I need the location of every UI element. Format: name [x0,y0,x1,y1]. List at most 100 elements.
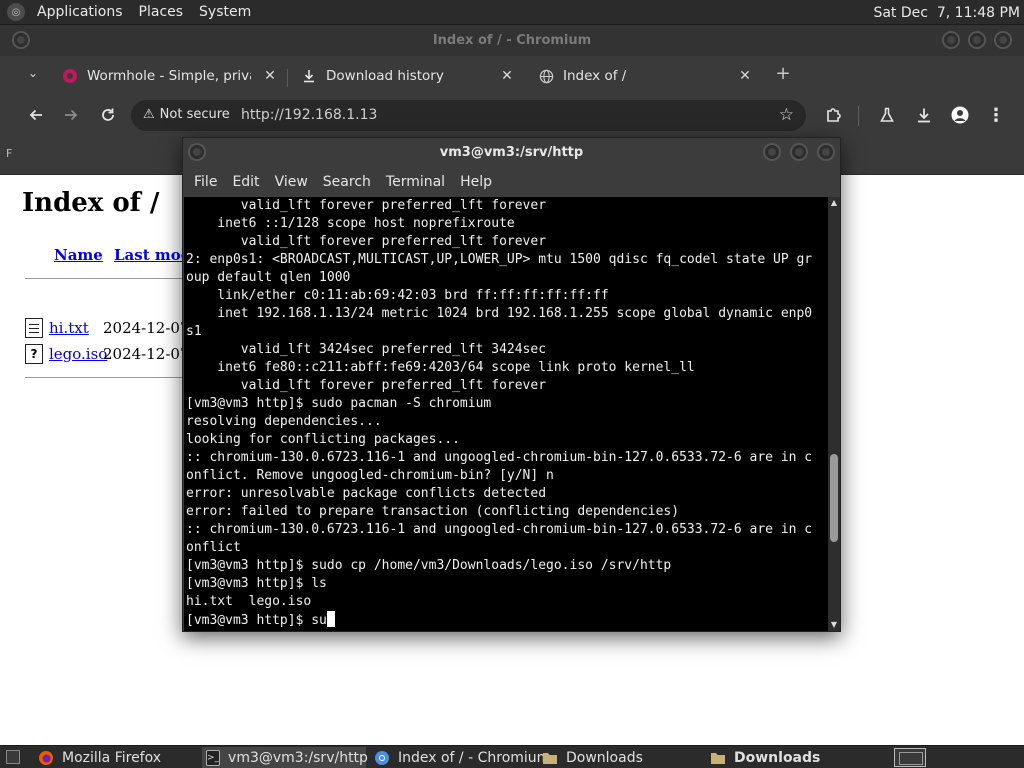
maximize-button[interactable] [968,31,986,49]
minimize-button[interactable] [942,31,960,49]
tab-close-icon[interactable]: ✕ [737,68,753,84]
tab-close-icon[interactable]: ✕ [262,68,278,84]
tab-wormhole[interactable]: Wormhole - Simple, private f ✕ [62,60,278,92]
site-info-chip[interactable]: ⚠ Not secure [143,107,230,122]
browser-menu-button[interactable]: ⋮ [984,103,1008,127]
profile-button[interactable] [948,103,972,127]
labs-button[interactable] [875,103,899,127]
address-bar[interactable]: ⚠ Not secure http://192.168.1.13 ☆ [131,100,806,131]
file-date: 2024-12-07 [103,319,190,337]
tab-download-history[interactable]: Download history ✕ [301,60,515,92]
vertical-dots-icon: ⋮ [987,104,1005,126]
bottom-panel: Mozilla Firefox >_ vm3@vm3:/srv/http Ind… [0,745,1024,768]
extensions-button[interactable] [822,103,846,127]
scroll-up-arrow-icon[interactable]: ▲ [828,197,840,209]
menu-edit[interactable]: Edit [225,174,267,190]
download-icon [301,68,317,84]
folder-icon [542,750,558,766]
terminal-line: error: unresolvable package conflicts de… [186,486,547,501]
taskbar-label: Mozilla Firefox [62,749,162,766]
menu-help[interactable]: Help [453,174,500,190]
name-column-header[interactable]: Name [54,246,103,264]
taskbar-label: Index of / - Chromium [398,749,551,766]
tab-search-chevron-icon[interactable]: ⌄ [22,66,44,88]
terminal-line: [vm3@vm3 http]$ ls [186,576,327,591]
browser-toolbar: ⚠ Not secure http://192.168.1.13 ☆ ⋮ [0,94,1024,137]
warning-triangle-icon: ⚠ [143,107,155,122]
page-title: Index of / [22,188,160,218]
tab-strip: ⌄ Wormhole - Simple, private f ✕ Downloa… [0,56,1024,94]
workspace-switcher[interactable] [894,748,926,767]
not-secure-label: Not secure [159,107,230,122]
url-text[interactable]: http://192.168.1.13 [241,107,377,123]
forward-arrow-icon [65,109,78,121]
menu-search[interactable]: Search [316,174,379,190]
terminal-line: valid_lft forever preferred_lft forever [186,234,547,249]
applications-menu[interactable]: Applications [29,4,131,20]
taskbar-item-chromium[interactable]: Index of / - Chromium [370,747,550,768]
tab-label: Wormhole - Simple, private f [87,68,251,84]
downloads-button[interactable] [912,103,936,127]
menu-file[interactable]: File [187,174,225,190]
terminal-line: :: chromium-130.0.6723.116-1 and ungoogl… [186,450,813,465]
file-row: ? lego.iso 2024-12-07 [25,343,189,365]
back-arrow-icon [29,109,42,121]
tab-index-of[interactable]: Index of / ✕ [538,60,753,92]
close-button[interactable] [994,31,1012,49]
reload-button[interactable] [96,103,120,127]
chromium-titlebar[interactable]: Index of / - Chromium [0,25,1024,56]
download-icon [918,108,930,123]
taskbar-item-downloads-active[interactable]: Downloads [706,747,876,768]
menu-terminal[interactable]: Terminal [379,174,453,190]
clock[interactable]: Sat Dec 7, 11:48 PM [873,0,1024,25]
terminal-line: :: chromium-130.0.6723.116-1 and ungoogl… [186,522,813,537]
profile-avatar-icon [951,106,969,124]
text-file-icon [25,318,43,338]
bookmark-bar-stub: F [6,147,13,160]
taskbar-item-downloads[interactable]: Downloads [538,747,702,768]
toolbar-divider [858,106,859,126]
terminal-line: valid_lft forever preferred_lft forever [186,378,547,393]
minimize-button[interactable] [763,143,781,161]
terminal-output[interactable]: valid_lft forever preferred_lft forever … [184,197,828,631]
chromium-window-title: Index of / - Chromium [432,33,592,48]
terminal-titlebar[interactable]: vm3@vm3:/srv/http [183,138,840,168]
forward-button[interactable] [59,103,83,127]
back-button[interactable] [24,103,48,127]
terminal-scrollbar[interactable]: ▲ ▼ [828,197,840,631]
globe-icon [538,68,554,84]
terminal-line: valid_lft forever preferred_lft forever [186,198,547,213]
close-button[interactable] [817,143,835,161]
places-menu[interactable]: Places [131,4,192,20]
taskbar-label: vm3@vm3:/srv/http [228,749,368,766]
terminal-line: 2: enp0s1: <BROADCAST,MULTICAST,UP,LOWER… [186,252,813,267]
system-menu[interactable]: System [191,4,259,20]
scroll-down-arrow-icon[interactable]: ▼ [828,619,840,631]
menu-view[interactable]: View [268,174,316,190]
tab-close-icon[interactable]: ✕ [499,68,515,84]
bookmark-star-icon[interactable]: ☆ [779,105,794,125]
file-link-lego-iso[interactable]: lego.iso [49,345,107,363]
terminal-prompt-line[interactable]: [vm3@vm3 http]$ su [184,611,828,629]
maximize-button[interactable] [790,143,808,161]
show-desktop-button[interactable] [6,750,20,764]
terminal-line: oup default qlen 1000 [186,270,351,285]
file-link-hi-txt[interactable]: hi.txt [49,319,103,337]
terminal-line: [vm3@vm3 http]$ sudo cp /home/vm3/Downlo… [186,558,672,573]
taskbar-item-firefox[interactable]: Mozilla Firefox [34,747,198,768]
tab-divider [287,69,288,87]
unknown-file-icon: ? [25,344,43,364]
top-panel: ◎ Applications Places System Sat Dec 7, … [0,0,1024,25]
terminal-line: looking for conflicting packages... [186,432,460,447]
taskbar-item-terminal[interactable]: >_ vm3@vm3:/srv/http [202,747,368,768]
clock-label: Sat Dec 7, 11:48 PM [873,4,1020,21]
distro-logo-icon[interactable]: ◎ [7,3,25,21]
terminal-line: inet 192.168.1.13/24 metric 1024 brd 192… [186,306,813,321]
new-tab-button[interactable]: + [772,64,794,86]
terminal-line: inet6 ::1/128 scope host noprefixroute [186,216,515,231]
text-cursor [326,611,335,627]
terminal-line: onflict [186,540,241,555]
firefox-icon [38,750,54,766]
scrollbar-thumb[interactable] [830,453,838,542]
terminal-window-title: vm3@vm3:/srv/http [439,145,584,160]
